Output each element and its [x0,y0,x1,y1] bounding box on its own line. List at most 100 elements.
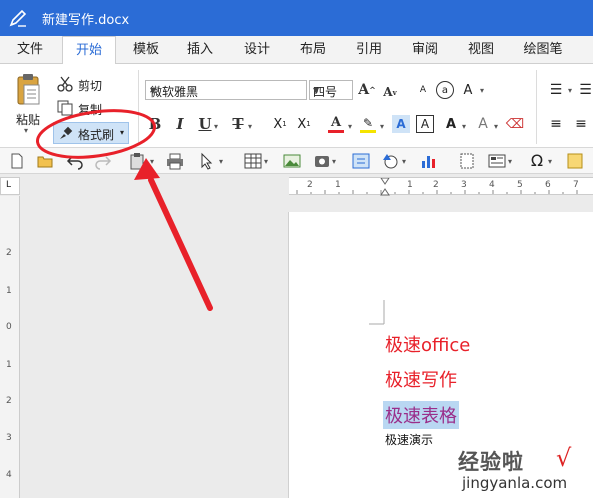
quick-access-toolbar: ▾ ▾ ▾ ▾ ▾ ▾ Ω ▾ [0,148,593,174]
ruler-number: 1 [407,180,413,190]
numbered-list-icon[interactable]: ☰ [578,81,593,99]
tab-design[interactable]: 设计 [237,36,277,64]
paste-small-icon[interactable] [128,152,146,170]
outline-text-dropdown-arrow[interactable]: ▾ [494,122,498,131]
subscript-button[interactable]: X1 [270,114,290,134]
document-line[interactable]: 极速演示 [385,431,433,448]
tab-template[interactable]: 模板 [126,36,166,64]
page-break-icon[interactable] [458,152,476,170]
tab-file[interactable]: 文件 [10,36,50,64]
document-line-selected[interactable]: 极速表格 [383,401,459,429]
ribbon-separator [138,70,139,144]
margin-corner-marker [369,300,385,325]
enclosed-character-icon[interactable]: a [436,81,454,99]
document-line[interactable]: 极速office [385,331,470,357]
shapes-icon[interactable] [381,152,399,170]
clear-formatting-icon[interactable]: ⌫ [505,114,525,134]
font-color-icon: A [330,114,342,130]
text-effect-icon[interactable]: A [442,114,460,134]
tab-references[interactable]: 引用 [349,36,389,64]
tab-insert[interactable]: 插入 [180,36,220,64]
vertical-ruler[interactable]: 2 1 0 1 2 3 4 [0,196,20,498]
ruler-number: 2 [6,396,12,406]
font-color-dropdown-arrow[interactable]: ▾ [348,122,352,131]
image-icon[interactable] [283,152,301,170]
scissors-icon[interactable] [56,75,74,93]
print-icon[interactable] [166,152,184,170]
symbol-dropdown-arrow[interactable]: ▾ [548,157,552,166]
italic-button[interactable]: I [171,114,189,134]
character-border-button[interactable]: A [416,115,434,133]
ruler-number: 2 [433,180,439,190]
font-size-select[interactable]: 四号 ▾ [309,80,353,100]
underline-dropdown-arrow[interactable]: ▾ [214,122,218,131]
ruler-number: 3 [6,433,12,443]
symbol-omega-icon[interactable]: Ω [528,151,546,170]
ruler-corner-tab-selector[interactable]: L [0,177,20,195]
change-case-dropdown-arrow[interactable]: ▾ [480,86,484,95]
tab-layout[interactable]: 布局 [293,36,333,64]
ruler-number: 4 [489,180,495,190]
screenshot-icon[interactable] [313,152,331,170]
highlight-button[interactable]: ✎ [358,113,378,135]
underline-button[interactable]: U [196,114,214,134]
tab-view[interactable]: 视图 [461,36,501,64]
align-center-icon[interactable]: ≡ [572,114,590,134]
strikethrough-dropdown-arrow[interactable]: ▾ [248,122,252,131]
header-footer-dropdown-arrow[interactable]: ▾ [508,157,512,166]
format-painter-dropdown-arrow[interactable]: ▾ [120,128,124,137]
align-left-icon[interactable]: ≡ [547,114,565,134]
copy-icon[interactable] [56,99,74,117]
undo-icon[interactable] [66,152,84,170]
paintbrush-icon [60,126,73,139]
strikethrough-button[interactable]: T [229,114,247,134]
shrink-font-icon[interactable]: Av [381,83,399,101]
select-pointer-icon[interactable] [198,152,216,170]
highlighter-icon: ✎ [362,115,374,130]
cut-button[interactable]: 剪切 [78,77,102,94]
ruler-number: 1 [6,286,12,296]
outline-text-icon[interactable]: A [474,114,492,134]
table-dropdown-arrow[interactable]: ▾ [264,157,268,166]
grow-font-icon[interactable]: A ^ [358,81,376,99]
table-icon[interactable] [244,152,262,170]
clipboard-icon [17,74,40,105]
tab-home[interactable]: 开始 [62,36,116,65]
redo-icon[interactable] [94,152,112,170]
screenshot-dropdown-arrow[interactable]: ▾ [332,157,336,166]
paste-button[interactable] [12,70,44,110]
chart-icon[interactable] [420,152,438,170]
tab-review[interactable]: 审阅 [405,36,445,64]
header-footer-icon[interactable] [488,152,506,170]
paste-small-dropdown-arrow[interactable]: ▾ [150,157,154,166]
highlight-dropdown-arrow[interactable]: ▾ [380,122,384,131]
bullet-list-icon[interactable]: ☰ [547,81,565,99]
select-dropdown-arrow[interactable]: ▾ [219,157,223,166]
ruler-number: 3 [461,180,467,190]
open-folder-icon[interactable] [36,152,54,170]
change-case-icon[interactable]: A [458,80,478,100]
font-name-select[interactable]: 微软雅黑 ▾ [145,80,307,100]
paste-dropdown-arrow[interactable]: ▾ [24,126,28,135]
copy-button[interactable]: 复制 [78,101,102,118]
shapes-dropdown-arrow[interactable]: ▾ [402,157,406,166]
watermark-url: jingyanla.com [462,474,568,492]
format-painter-button[interactable]: 格式刷 ▾ [53,122,129,144]
pen-icon [9,9,27,27]
new-document-icon[interactable] [8,152,26,170]
document-line[interactable]: 极速写作 [385,366,457,392]
character-shading-button[interactable]: A [392,115,410,133]
phonetic-guide-icon[interactable]: A [414,80,432,100]
horizontal-ruler[interactable]: 2 1 1 2 3 4 5 6 7 [289,177,593,196]
document-title: 新建写作.docx [42,13,130,28]
superscript-button[interactable]: X1 [294,114,314,134]
title-bar: 新建写作.docx [0,0,593,36]
tab-stop-icon: L [6,180,12,190]
tab-draw[interactable]: 绘图笔 [518,36,568,64]
sticky-note-icon[interactable] [566,152,584,170]
text-effect-dropdown-arrow[interactable]: ▾ [462,122,466,131]
font-color-button[interactable]: A [326,113,346,135]
bold-button[interactable]: B [146,114,164,134]
bullet-list-dropdown-arrow[interactable]: ▾ [568,86,572,95]
textbox-icon[interactable] [352,152,370,170]
